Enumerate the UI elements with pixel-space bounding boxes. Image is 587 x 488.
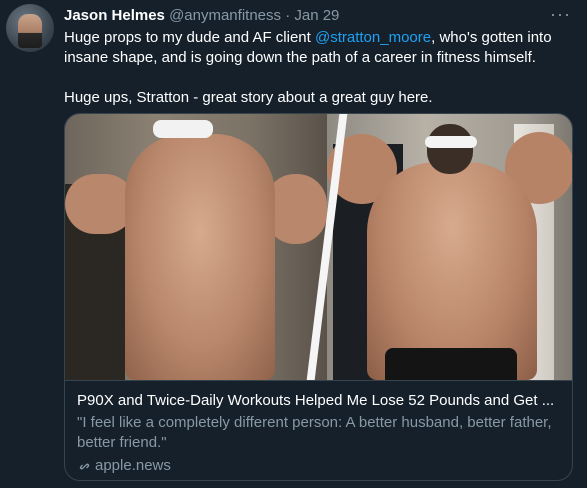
- tweet-text: Huge props to my dude and AF client @str…: [64, 28, 576, 108]
- tweet-header: Jason Helmes @anymanfitness · Jan 29: [64, 6, 339, 26]
- back-photo: [327, 114, 572, 380]
- link-icon: [79, 463, 90, 469]
- card-body[interactable]: P90X and Twice-Daily Workouts Helped Me …: [65, 380, 572, 480]
- more-options-icon[interactable]: ···: [550, 5, 571, 23]
- card-title[interactable]: P90X and Twice-Daily Workouts Helped Me …: [77, 391, 560, 411]
- headband: [153, 120, 213, 138]
- author-name[interactable]: Jason Helmes: [64, 7, 165, 24]
- avatar-photo: [18, 14, 42, 48]
- header-separator: ·: [285, 7, 291, 24]
- shorts: [385, 348, 517, 380]
- before-front-photo: [65, 114, 327, 380]
- card-domain[interactable]: apple.news: [77, 456, 560, 476]
- card-domain-label: apple.news: [95, 457, 171, 474]
- tweet-paragraph-1: Huge props to my dude and AF client @str…: [64, 28, 576, 68]
- tweet-date[interactable]: Jan 29: [294, 7, 339, 24]
- head-back: [427, 124, 473, 174]
- tweet-paragraph-2: Huge ups, Stratton - great story about a…: [64, 89, 433, 106]
- card-description: "I feel like a completely different pers…: [77, 414, 552, 451]
- tweet[interactable]: Jason Helmes @anymanfitness · Jan 29 ···…: [0, 0, 587, 488]
- author-handle[interactable]: @anymanfitness: [169, 7, 281, 24]
- torso-front: [125, 134, 275, 380]
- link-card[interactable]: P90X and Twice-Daily Workouts Helped Me …: [64, 113, 573, 481]
- tweet-text-start: Huge props to my dude and AF client: [64, 29, 315, 46]
- headband-back: [425, 136, 477, 148]
- avatar[interactable]: [6, 4, 54, 52]
- card-image[interactable]: [65, 114, 572, 380]
- mention-link[interactable]: @stratton_moore: [315, 29, 431, 46]
